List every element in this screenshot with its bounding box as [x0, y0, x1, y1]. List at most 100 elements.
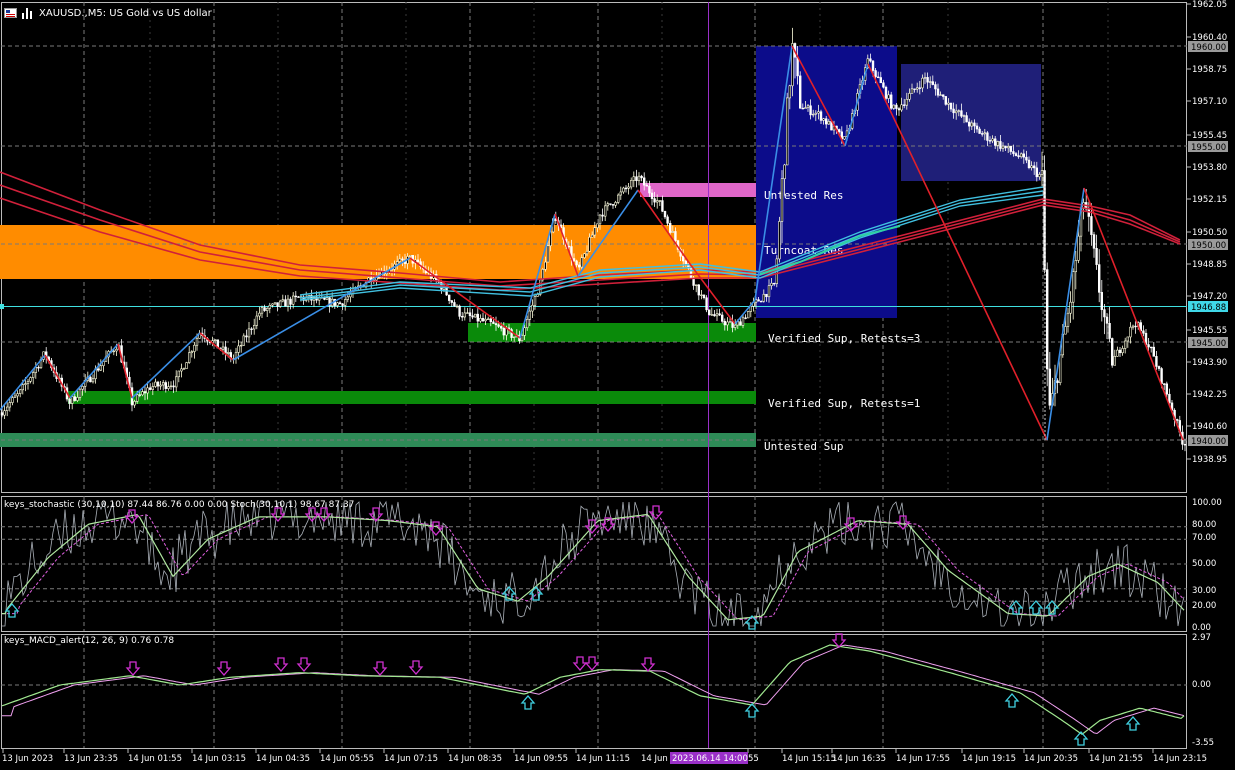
- candle-body: [271, 303, 274, 306]
- candle-body: [999, 141, 1002, 149]
- candle-body: [221, 346, 225, 350]
- candle-body: [575, 260, 578, 266]
- badge-text: 1960.00: [1191, 43, 1226, 53]
- chart-window[interactable]: Untested Res Turncoat Res Verified Sup, Re…: [0, 0, 1235, 766]
- candle-body: [99, 365, 103, 371]
- zone-label: Verified Sup, Retests=1: [768, 397, 920, 410]
- time-axis-label: 14 Jun 01:55: [128, 754, 182, 764]
- price-axis-label: 1962.05: [1192, 0, 1227, 10]
- chart-title-bar: XAUUSD.,M5: US Gold vs US dollar: [4, 6, 212, 20]
- stoch-signal-line: [2, 514, 1185, 621]
- zigzag-down-segment: [117, 343, 133, 399]
- candle-body: [694, 284, 698, 286]
- candle-body: [499, 326, 503, 329]
- crosshair-time-label: 2023.06.14 14:00: [672, 754, 748, 764]
- macd-title: keys_MACD_alert(12, 26, 9) 0.76 0.78: [4, 636, 175, 646]
- candle-body: [629, 180, 633, 188]
- candle-body: [796, 56, 799, 77]
- time-axis-label: 14 Jun 23:15: [1153, 754, 1207, 764]
- candle-body: [635, 176, 638, 182]
- candle-body: [473, 313, 477, 318]
- candle-body: [258, 312, 261, 317]
- candle-body: [159, 384, 162, 387]
- candle-body: [874, 70, 877, 78]
- candle-body: [817, 111, 820, 114]
- candle-body: [965, 115, 968, 123]
- candle-body: [975, 125, 979, 130]
- candle-body: [463, 312, 466, 318]
- candle-body: [923, 77, 927, 79]
- candle-body: [674, 231, 677, 241]
- stoch-axis-label: 50.00: [1192, 559, 1216, 569]
- candle-body: [247, 328, 251, 338]
- candle-body: [780, 178, 784, 222]
- candle-body: [156, 381, 160, 387]
- candle-body: [112, 350, 116, 353]
- badge-text: 1946.88: [1191, 303, 1226, 313]
- stoch-buy-arrow-icon: [4, 603, 20, 618]
- candle-body: [988, 140, 992, 142]
- candle-body: [567, 245, 571, 248]
- zigzag-up-segment: [1046, 187, 1085, 441]
- candle-body: [944, 96, 948, 105]
- candle-body: [918, 87, 922, 89]
- candle-body: [78, 388, 82, 398]
- candle-body: [227, 352, 230, 354]
- candle-body: [1072, 271, 1075, 303]
- chart-canvas[interactable]: Untested ResTurncoat ResVerified Sup, Re…: [0, 0, 1235, 766]
- candle-body: [746, 311, 750, 319]
- candle-body: [668, 222, 672, 233]
- candle-body: [8, 402, 11, 408]
- candle-body: [1030, 165, 1033, 169]
- candle-body: [1019, 153, 1023, 158]
- zone-label: Verified Sup, Retests=3: [768, 332, 920, 345]
- candle-body: [640, 175, 643, 179]
- badge-text: 1955.00: [1191, 143, 1226, 153]
- candle-body: [806, 105, 810, 108]
- macd-sell-arrow-icon: [408, 660, 424, 675]
- candle-body: [908, 93, 911, 100]
- candle-body: [481, 318, 485, 322]
- macd-buy-arrow-icon: [1125, 716, 1141, 731]
- candle-body: [957, 110, 961, 112]
- stoch-axis-label: 20.00: [1192, 601, 1216, 611]
- candle-body: [897, 108, 901, 111]
- macd-buy-arrow-icon: [1004, 693, 1020, 708]
- candle-body: [702, 294, 706, 299]
- candle-body: [741, 317, 745, 326]
- candle-body: [798, 75, 802, 109]
- macd-panel-frame: [1, 634, 1187, 749]
- candle-body: [1111, 338, 1114, 366]
- candle-body: [1004, 145, 1007, 149]
- candle-body: [637, 175, 641, 182]
- candle-body: [297, 296, 300, 298]
- candle-body: [993, 138, 997, 146]
- price-axis-label: 1942.25: [1192, 390, 1227, 400]
- candle-body: [1022, 153, 1026, 158]
- candle-body: [915, 87, 919, 90]
- time-axis-label: 14 Jun 05:55: [320, 754, 374, 764]
- candle-body: [136, 394, 139, 402]
- zigzag-down-segment: [199, 332, 234, 361]
- candle-body: [115, 348, 118, 352]
- candle-body: [986, 132, 989, 141]
- candle-body: [1012, 151, 1015, 154]
- candle-body: [1150, 346, 1153, 349]
- macd-axis-label: -3.55: [1192, 738, 1214, 748]
- candle-body: [978, 128, 981, 134]
- candle-body: [338, 302, 342, 305]
- candle-body: [3, 410, 6, 416]
- candle-body: [180, 368, 183, 372]
- candle-body: [343, 299, 347, 306]
- candle-body: [401, 258, 404, 261]
- time-axis-label: 14 Jun 07:15: [384, 754, 438, 764]
- candle-body: [707, 309, 711, 315]
- candle-body: [952, 108, 955, 114]
- candle-body: [718, 313, 721, 316]
- candle-body: [939, 94, 942, 96]
- macd-sell-arrow-icon: [572, 656, 588, 671]
- candle-body: [931, 81, 935, 85]
- candle-body: [278, 300, 282, 307]
- candle-body: [785, 97, 789, 166]
- zigzag-up-segment: [0, 354, 46, 411]
